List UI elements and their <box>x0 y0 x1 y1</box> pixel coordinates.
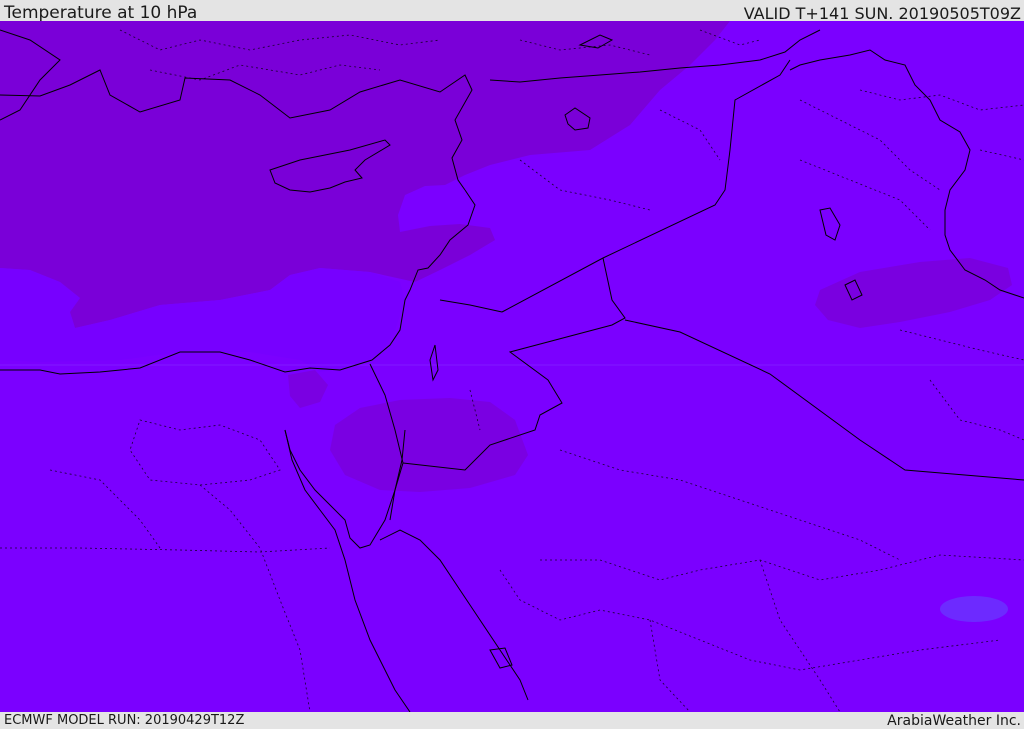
map-canvas <box>0 21 1024 712</box>
map-title: Temperature at 10 hPa <box>4 3 198 23</box>
model-run: ECMWF MODEL RUN: 20190429T12Z <box>4 713 245 728</box>
weather-map[interactable] <box>0 21 1024 712</box>
footer-bar: ECMWF MODEL RUN: 20190429T12Z ArabiaWeat… <box>0 712 1024 729</box>
header-bar: Temperature at 10 hPa VALID T+141 SUN. 2… <box>0 0 1024 23</box>
cold-spot-sinai <box>330 398 528 492</box>
warm-spot <box>940 596 1008 622</box>
brand-label: ArabiaWeather Inc. <box>887 713 1021 729</box>
